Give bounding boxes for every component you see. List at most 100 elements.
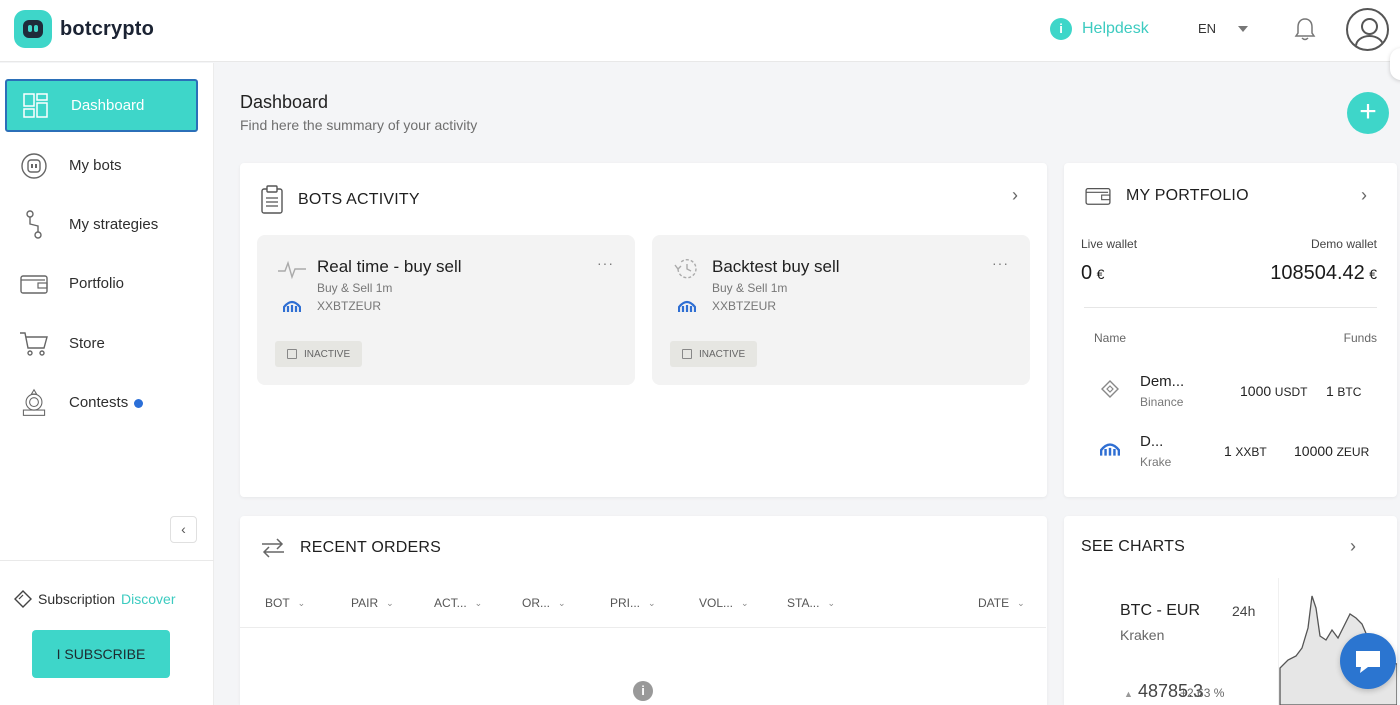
- bell-icon[interactable]: [1294, 17, 1316, 41]
- robot-logo-icon: [14, 10, 52, 48]
- brand-name: botcrypto: [60, 17, 155, 40]
- card-title: MY PORTFOLIO: [1126, 187, 1249, 204]
- sidebar: Dashboard My bots My strategies Portfoli…: [0, 63, 214, 705]
- status-label: INACTIVE: [304, 348, 351, 360]
- chevron-down-icon: ⌄: [297, 597, 306, 608]
- clipboard-icon: [261, 185, 283, 214]
- collapse-sidebar-button[interactable]: ‹: [170, 516, 197, 543]
- trophy-icon: [19, 388, 49, 418]
- card-header: BOTS ACTIVITY: [260, 185, 420, 215]
- portfolio-row[interactable]: D... Krake 1 XXBT 10000 ZEUR: [1084, 431, 1377, 481]
- history-icon: [674, 259, 697, 279]
- subscription-row: Subscription Discover: [14, 590, 176, 608]
- side-panel-toggle[interactable]: [1390, 48, 1400, 80]
- more-options-icon[interactable]: ···: [597, 255, 614, 271]
- sidebar-item-dashboard[interactable]: Dashboard: [5, 79, 198, 132]
- column-header-name: Name: [1094, 331, 1127, 345]
- top-bar: botcrypto i Helpdesk EN: [0, 0, 1400, 62]
- page-title: Dashboard: [240, 92, 329, 112]
- bot-tile[interactable]: Real time - buy sell Buy & Sell 1m XXBTZ…: [257, 235, 635, 385]
- more-options-icon[interactable]: ···: [992, 255, 1009, 271]
- chart-change: +2.63 %: [1180, 686, 1225, 700]
- chevron-down-icon: ⌄: [386, 597, 394, 608]
- chat-icon: [1356, 651, 1380, 673]
- chevron-down-icon: [1238, 25, 1249, 32]
- exchange-name: Krake: [1140, 455, 1172, 469]
- helpdesk-link[interactable]: i Helpdesk: [1050, 18, 1149, 40]
- sidebar-item-store[interactable]: Store: [5, 317, 198, 370]
- fund-value: 1 XXBT: [1224, 443, 1267, 459]
- page-subtitle: Find here the summary of your activity: [240, 117, 478, 133]
- chevron-down-icon: ⌄: [558, 597, 566, 608]
- pulse-icon: [278, 260, 306, 280]
- language-selector[interactable]: EN: [1198, 21, 1249, 36]
- demo-wallet-value: 108504.42 €: [1270, 262, 1377, 284]
- column-header-order[interactable]: OR... ⌄: [522, 596, 566, 610]
- demo-wallet-label: Demo wallet: [1310, 237, 1377, 251]
- chevron-down-icon: ⌄: [741, 597, 749, 608]
- card-title: SEE CHARTS: [1081, 538, 1185, 555]
- binance-icon: [1101, 380, 1119, 398]
- column-header-action[interactable]: ACT... ⌄: [434, 596, 482, 610]
- bot-strategy: Buy & Sell 1m: [712, 281, 788, 295]
- divider: [1084, 307, 1377, 308]
- column-header-bot[interactable]: BOT ⌄: [265, 596, 305, 610]
- fund-value: 1 BTC: [1326, 383, 1362, 399]
- robot-icon: [19, 151, 49, 181]
- card-header: RECENT ORDERS: [260, 538, 441, 558]
- chevron-down-icon: ⌄: [648, 597, 656, 608]
- bot-pair: XXBTZEUR: [317, 299, 382, 313]
- chevron-right-icon[interactable]: ›: [1012, 185, 1018, 206]
- sidebar-item-portfolio[interactable]: Portfolio: [5, 257, 198, 310]
- sidebar-item-my-bots[interactable]: My bots: [5, 139, 198, 192]
- exchange-name: Binance: [1140, 395, 1184, 409]
- user-avatar[interactable]: [1346, 8, 1389, 51]
- column-header-volume[interactable]: VOL... ⌄: [699, 596, 749, 610]
- sidebar-item-label: Contests: [69, 394, 144, 411]
- checkbox-icon: [287, 349, 297, 359]
- sidebar-item-label: Portfolio: [69, 275, 125, 292]
- subscribe-button[interactable]: I SUBSCRIBE: [32, 630, 170, 678]
- account-name: D...: [1140, 433, 1164, 450]
- card-header: SEE CHARTS: [1081, 538, 1185, 556]
- chevron-right-icon[interactable]: ›: [1350, 536, 1356, 557]
- column-header-date[interactable]: DATE ⌄: [978, 596, 1025, 610]
- chevron-down-icon: ⌄: [827, 597, 835, 608]
- orders-table-header: BOT ⌄ PAIR ⌄ ACT... ⌄ OR... ⌄ PRI... ⌄ VOL...…: [240, 588, 1046, 628]
- checkbox-icon: [682, 349, 692, 359]
- card-title: RECENT ORDERS: [300, 539, 441, 556]
- bot-pair: XXBTZEUR: [712, 299, 777, 313]
- chevron-down-icon: ⌄: [474, 597, 483, 608]
- chat-button[interactable]: [1340, 633, 1396, 689]
- kraken-icon: [1100, 443, 1120, 456]
- account-name: Dem...: [1140, 373, 1185, 390]
- add-button[interactable]: +: [1347, 92, 1389, 134]
- brand-logo[interactable]: botcrypto: [14, 10, 154, 48]
- diamond-icon: [14, 590, 32, 608]
- chevron-down-icon: ⌄: [1017, 597, 1025, 608]
- chart-pair[interactable]: BTC - EUR: [1120, 602, 1200, 620]
- chart-exchange: Kraken: [1120, 627, 1165, 643]
- card-header: MY PORTFOLIO: [1084, 185, 1249, 207]
- column-header-status[interactable]: STA... ⌄: [787, 596, 835, 610]
- discover-link[interactable]: Discover: [121, 591, 175, 607]
- cart-icon: [19, 329, 49, 359]
- fund-value: 1000 USDT: [1240, 383, 1308, 399]
- kraken-icon: [678, 300, 696, 312]
- bot-tile[interactable]: Backtest buy sell Buy & Sell 1m XXBTZEUR…: [652, 235, 1030, 385]
- fund-value: 10000 ZEUR: [1294, 443, 1370, 459]
- bots-activity-card: BOTS ACTIVITY › Real time - buy sell Buy…: [240, 163, 1047, 497]
- chevron-right-icon[interactable]: ›: [1361, 185, 1367, 206]
- column-header-pair[interactable]: PAIR ⌄: [351, 596, 394, 610]
- column-header-funds: Funds: [1343, 331, 1377, 345]
- sidebar-item-label: My strategies: [69, 216, 159, 233]
- sidebar-item-contests[interactable]: Contests: [5, 376, 198, 429]
- sidebar-item-label: Store: [69, 335, 105, 352]
- wallet-icon: [19, 269, 49, 299]
- sidebar-item-label: Dashboard: [71, 97, 145, 114]
- sidebar-item-my-strategies[interactable]: My strategies: [5, 198, 198, 251]
- portfolio-row[interactable]: Dem... Binance 1000 USDT 1 BTC: [1084, 371, 1377, 421]
- bot-name: Backtest buy sell: [712, 257, 840, 276]
- column-header-price[interactable]: PRI... ⌄: [610, 596, 656, 610]
- subscription-label: Subscription: [38, 591, 116, 607]
